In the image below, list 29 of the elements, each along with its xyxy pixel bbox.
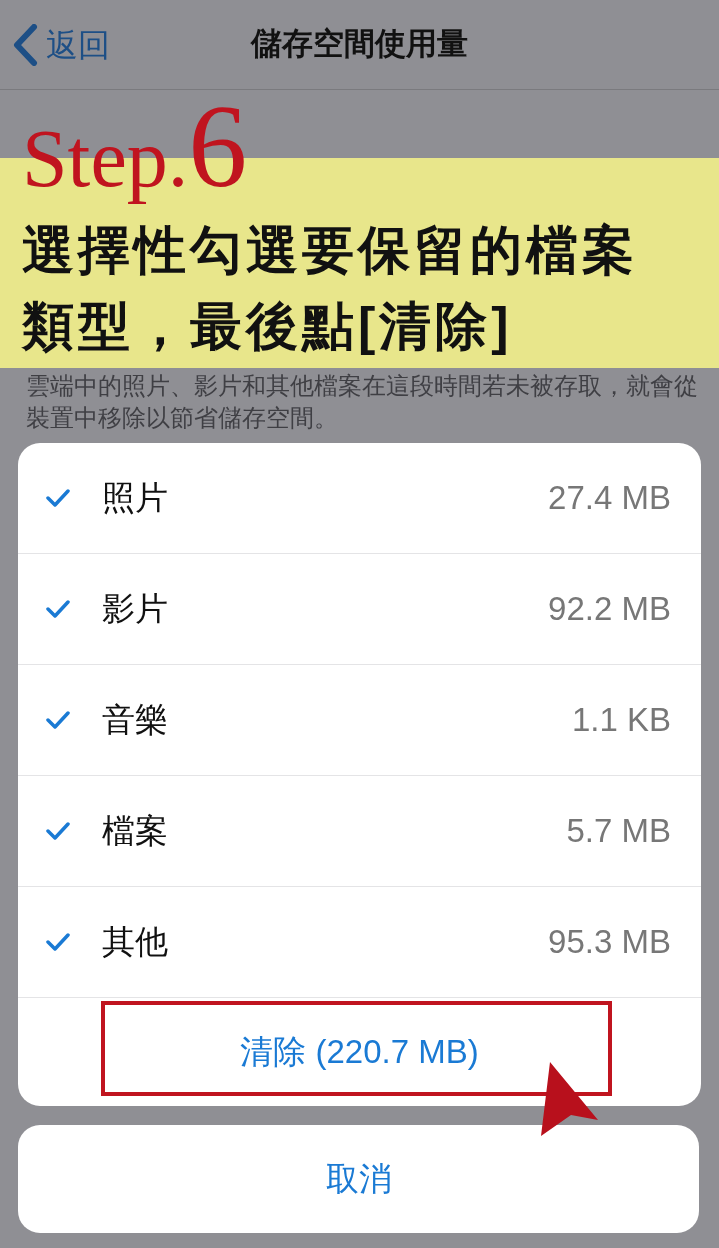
clear-button[interactable]: 清除 (220.7 MB) [240,1027,479,1077]
file-size: 27.4 MB [548,478,671,519]
instruction-text: 類型，最後點[清除] [22,296,514,357]
file-type-label: 照片 [102,478,168,519]
file-type-label: 檔案 [102,811,168,852]
file-size: 92.2 MB [548,589,671,630]
step-label: Step. [22,112,189,206]
description-text: 雲端中的照片、影片和其他檔案在這段時間若未被存取，就會從裝置中移除以節省儲存空間。 [25,371,699,433]
file-type-label: 其他 [102,922,168,963]
file-type-row[interactable]: 影片 92.2 MB [18,554,701,665]
file-type-row[interactable]: 照片 27.4 MB [18,443,701,554]
checkmark-icon [46,821,70,841]
back-chevron-icon [12,23,38,66]
file-type-label: 音樂 [102,700,168,741]
cancel-button[interactable]: 取消 [18,1125,699,1233]
file-type-row[interactable]: 檔案 5.7 MB [18,776,701,887]
file-size: 1.1 KB [571,700,671,741]
checkmark-icon [46,710,70,730]
file-size: 95.3 MB [548,922,671,963]
file-type-label: 影片 [102,589,168,630]
checkmark-icon [46,488,70,508]
cursor-arrow-icon [538,1060,600,1138]
file-type-row[interactable]: 音樂 1.1 KB [18,665,701,776]
instruction-text: 選擇性勾選要保留的檔案 [22,220,638,281]
checkmark-icon [46,932,70,952]
file-type-row[interactable]: 其他 95.3 MB [18,887,701,998]
checkmark-icon [46,599,70,619]
screen-title: 儲存空間使用量 [251,25,468,64]
file-size: 5.7 MB [566,811,671,852]
